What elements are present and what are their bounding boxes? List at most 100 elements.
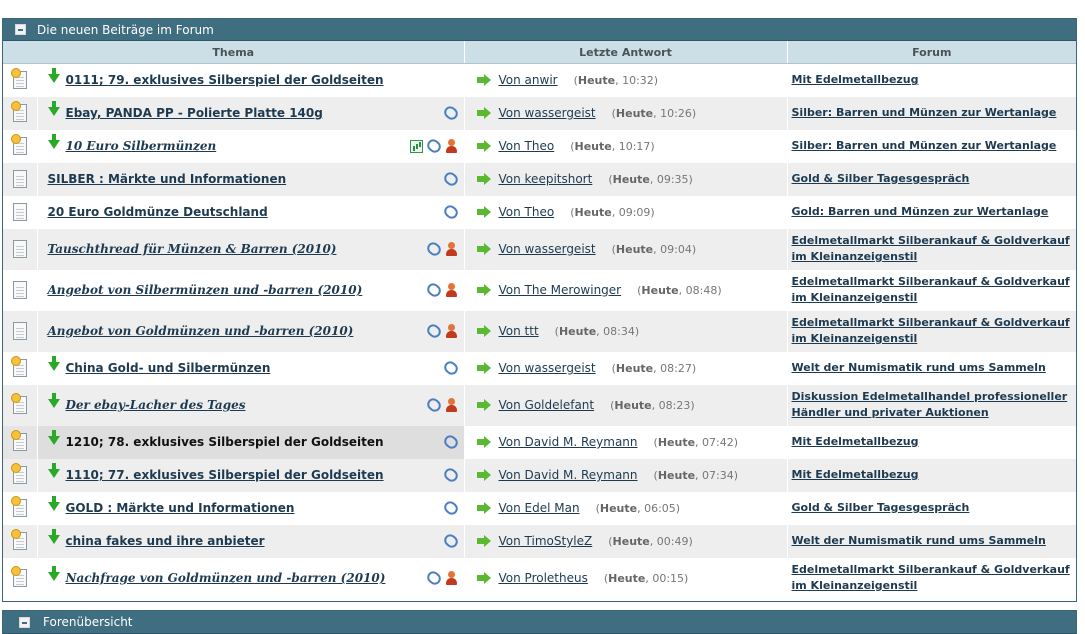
forum-link[interactable]: Edelmetallmarkt Silberankauf & Goldverka… <box>792 562 1071 594</box>
last-reply-author-link[interactable]: Von TimoStyleZ <box>499 534 593 548</box>
goto-first-unread-icon[interactable] <box>47 429 60 445</box>
last-reply-author-link[interactable]: Von wassergeist <box>499 361 596 375</box>
topic-row[interactable]: Tauschthread für Münzen & Barren (2010) V… <box>3 228 1076 270</box>
goto-last-post-icon[interactable] <box>476 535 491 547</box>
topic-title-link[interactable]: 20 Euro Goldmünze Deutschland <box>48 205 268 219</box>
goto-first-unread-icon[interactable] <box>47 462 60 478</box>
topic-title-link[interactable]: Angebot von Silbermünzen und -barren (20… <box>48 283 363 297</box>
goto-last-post-icon[interactable] <box>476 74 491 87</box>
last-reply-author-link[interactable]: Von anwir <box>499 73 558 87</box>
goto-last-post-icon[interactable] <box>476 284 491 296</box>
forum-link[interactable]: Diskussion Edelmetallhandel professionel… <box>792 389 1071 421</box>
last-reply-author-link[interactable]: Von wassergeist <box>499 242 596 256</box>
last-reply-author-link[interactable]: Von Proletheus <box>499 571 588 585</box>
forum-link[interactable]: Gold & Silber Tagesgespräch <box>792 500 1071 516</box>
forum-link[interactable]: Welt der Numismatik rund ums Sammeln <box>792 360 1071 376</box>
last-reply-author-link[interactable]: Von The Merowinger <box>499 283 622 297</box>
topic-row[interactable]: Der ebay-Lacher des Tages Von Goldelefant… <box>3 384 1076 426</box>
topic-title-link[interactable]: 10 Euro Silbermünzen <box>66 139 217 153</box>
goto-last-post-icon[interactable] <box>476 173 491 185</box>
goto-last-post-icon[interactable] <box>476 325 491 337</box>
goto-first-unread-icon[interactable] <box>47 355 60 371</box>
goto-last-post-icon[interactable] <box>476 436 491 448</box>
topic-row[interactable]: 10 Euro Silbermünzen Von Theo (Heute, 10:1… <box>3 129 1076 163</box>
topic-title-link[interactable]: 1210; 78. exklusives Silberspiel der Gol… <box>66 435 384 449</box>
topic-row[interactable]: 1110; 77. exklusives Silberspiel der Gol… <box>3 458 1076 492</box>
topic-row[interactable]: China Gold- und Silbermünzen Von wasserge… <box>3 351 1076 385</box>
goto-last-post-icon[interactable] <box>476 362 491 374</box>
column-header-forum: Forum <box>787 41 1076 64</box>
topic-title-link[interactable]: Angebot von Goldmünzen und -barren (2010… <box>48 324 354 338</box>
topic-title-link[interactable]: Ebay, PANDA PP - Polierte Platte 140g <box>66 106 323 120</box>
goto-first-unread-icon[interactable] <box>47 100 60 116</box>
goto-first-unread-icon[interactable] <box>47 495 60 511</box>
forum-link[interactable]: Gold & Silber Tagesgespräch <box>792 171 1071 187</box>
forum-cell: Mit Edelmetallbezug <box>787 425 1076 459</box>
last-reply-author-link[interactable]: Von David M. Reymann <box>499 435 638 449</box>
new-topic-icon <box>10 529 27 550</box>
topic-title-link[interactable]: Tauschthread für Münzen & Barren (2010) <box>48 242 337 256</box>
forum-link[interactable]: Edelmetallmarkt Silberankauf & Goldverka… <box>792 315 1071 347</box>
topic-row[interactable]: Nachfrage von Goldmünzen und -barren (20… <box>3 557 1076 599</box>
goto-last-post-icon[interactable] <box>476 502 491 514</box>
topic-icon <box>12 240 27 258</box>
forum-link[interactable]: Silber: Barren und Münzen zur Wertanlage <box>792 105 1071 121</box>
last-reply-cell: Von keepitshort (Heute, 09:35) <box>464 162 788 196</box>
goto-first-unread-icon[interactable] <box>47 67 60 83</box>
goto-last-post-icon[interactable] <box>476 206 491 218</box>
topic-status-cell <box>3 310 38 352</box>
topic-row[interactable]: GOLD : Märkte und Informationen Von Edel … <box>3 491 1076 525</box>
last-reply-author-link[interactable]: Von keepitshort <box>499 172 593 186</box>
forum-cell: Silber: Barren und Münzen zur Wertanlage <box>787 96 1076 130</box>
forum-link[interactable]: Mit Edelmetallbezug <box>792 467 1071 483</box>
last-reply-author-link[interactable]: Von Theo <box>499 139 555 153</box>
collapse-toggle-icon[interactable] <box>15 24 26 35</box>
goto-last-post-icon[interactable] <box>476 243 491 255</box>
forum-link[interactable]: Mit Edelmetallbezug <box>792 72 1071 88</box>
forum-cell: Diskussion Edelmetallhandel professionel… <box>787 384 1076 426</box>
topic-title-link[interactable]: Nachfrage von Goldmünzen und -barren (20… <box>66 571 386 585</box>
last-reply-author-link[interactable]: Von ttt <box>499 324 539 338</box>
goto-last-post-icon[interactable] <box>476 399 491 411</box>
topic-title-link[interactable]: GOLD : Märkte und Informationen <box>66 501 295 515</box>
goto-last-post-icon[interactable] <box>476 140 491 152</box>
last-reply-author-link[interactable]: Von wassergeist <box>499 106 596 120</box>
goto-last-post-icon[interactable] <box>476 469 491 481</box>
topic-title-link[interactable]: China Gold- und Silbermünzen <box>66 361 271 375</box>
last-reply-author-link[interactable]: Von Goldelefant <box>499 398 595 412</box>
goto-first-unread-icon[interactable] <box>47 133 60 149</box>
topic-row[interactable]: Ebay, PANDA PP - Polierte Platte 140g Von… <box>3 96 1076 130</box>
last-reply-author-link[interactable]: Von Edel Man <box>499 501 580 515</box>
collapse-toggle-icon[interactable] <box>19 616 30 628</box>
new-topic-icon <box>10 134 27 155</box>
topic-title-link[interactable]: china fakes und ihre anbieter <box>66 534 265 548</box>
forum-link[interactable]: Edelmetallmarkt Silberankauf & Goldverka… <box>792 274 1071 306</box>
topic-row[interactable]: SILBER : Märkte und Informationen Von kee… <box>3 162 1076 196</box>
topic-title-link[interactable]: Der ebay-Lacher des Tages <box>66 398 246 412</box>
last-reply-cell: Von Goldelefant (Heute, 08:23) <box>464 384 788 426</box>
topic-row[interactable]: Angebot von Goldmünzen und -barren (2010… <box>3 310 1076 352</box>
goto-last-post-icon[interactable] <box>476 107 491 119</box>
topic-row[interactable]: china fakes und ihre anbieter Von TimoSty… <box>3 524 1076 558</box>
topic-row[interactable]: 1210; 78. exklusives Silberspiel der Gol… <box>3 425 1076 459</box>
goto-first-unread-icon[interactable] <box>47 528 60 544</box>
topic-row[interactable]: Angebot von Silbermünzen und -barren (20… <box>3 269 1076 311</box>
topic-title-link[interactable]: 0111; 79. exklusives Silberspiel der Gol… <box>66 73 384 87</box>
last-reply-cell: Von TimoStyleZ (Heute, 00:49) <box>464 524 788 558</box>
new-topic-icon <box>10 101 27 122</box>
goto-first-unread-icon[interactable] <box>47 565 60 581</box>
goto-last-post-icon[interactable] <box>476 572 491 584</box>
forum-link[interactable]: Edelmetallmarkt Silberankauf & Goldverka… <box>792 233 1071 265</box>
forum-link[interactable]: Mit Edelmetallbezug <box>792 434 1071 450</box>
topic-title-link[interactable]: SILBER : Märkte und Informationen <box>48 172 287 186</box>
new-topic-icon <box>10 393 27 414</box>
forum-link[interactable]: Welt der Numismatik rund ums Sammeln <box>792 533 1071 549</box>
topic-row[interactable]: 0111; 79. exklusives Silberspiel der Gol… <box>3 63 1076 97</box>
topic-row[interactable]: 20 Euro Goldmünze Deutschland Von Theo (He… <box>3 195 1076 229</box>
forum-link[interactable]: Gold: Barren und Münzen zur Wertanlage <box>792 204 1071 220</box>
forum-link[interactable]: Silber: Barren und Münzen zur Wertanlage <box>792 138 1071 154</box>
goto-first-unread-icon[interactable] <box>47 392 60 408</box>
last-reply-author-link[interactable]: Von David M. Reymann <box>499 468 638 482</box>
topic-title-link[interactable]: 1110; 77. exklusives Silberspiel der Gol… <box>66 468 384 482</box>
last-reply-author-link[interactable]: Von Theo <box>499 205 555 219</box>
